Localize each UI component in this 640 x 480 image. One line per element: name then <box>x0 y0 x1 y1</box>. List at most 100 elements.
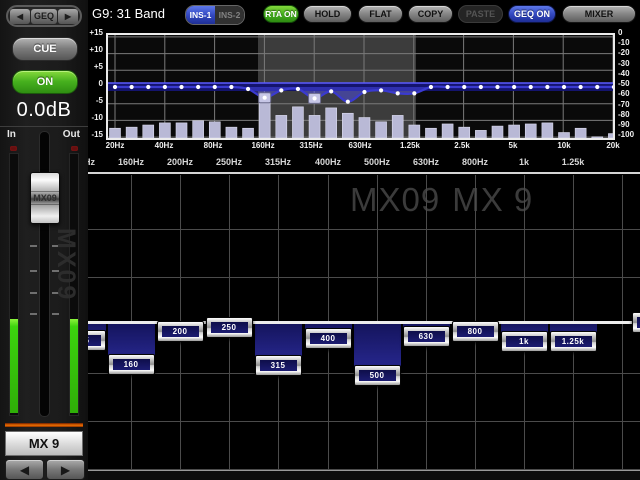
copy-button[interactable]: COPY <box>408 5 453 23</box>
rta-bar <box>459 127 470 138</box>
grid-line <box>88 277 640 278</box>
geq-band-fader[interactable]: 315 <box>255 355 302 376</box>
geq-band-fader[interactable]: 160 <box>108 354 155 375</box>
eq-db-tick: 0 <box>88 80 103 88</box>
frequency-axis-label: 315Hz <box>299 141 322 150</box>
page-title: G9: 31 Band <box>92 6 165 21</box>
rta-bar <box>243 128 254 138</box>
grid-line <box>88 421 640 422</box>
fader-gain-readout: 0.0dB <box>0 99 88 122</box>
geq-band-fader[interactable]: 400 <box>305 328 352 349</box>
rta-bar <box>309 115 320 138</box>
frequency-axis-label: 2.5k <box>454 141 470 150</box>
rta-bar <box>475 130 486 138</box>
rta-db-tick: -90 <box>618 121 640 129</box>
band-range-label: 630Hz <box>413 157 439 167</box>
rta-bar <box>442 124 453 138</box>
frequency-axis-label: 40Hz <box>155 141 174 150</box>
band-dot <box>146 85 150 89</box>
geq-band-fader[interactable]: 250 <box>206 317 253 338</box>
band-dot <box>279 88 283 92</box>
next-channel-button[interactable]: ▶ <box>46 459 85 480</box>
geq-band-fader-label: 200 <box>162 326 199 337</box>
rta-bar <box>425 128 436 138</box>
geq-band-fader[interactable]: 200 <box>157 321 204 342</box>
band-dot <box>579 85 583 89</box>
geq-band-fader-label: 1k <box>506 336 543 347</box>
in-clip-led <box>10 146 17 151</box>
ins1-button[interactable]: INS-1 <box>186 6 215 24</box>
band-range-label: 200Hz <box>167 157 193 167</box>
band-dot <box>130 85 134 89</box>
geq-nav-button[interactable]: GEQ <box>31 9 57 24</box>
band-dot <box>213 85 217 89</box>
band-range-label: 400Hz <box>315 157 341 167</box>
eq-db-tick: +5 <box>88 63 103 71</box>
rta-bar <box>126 127 137 138</box>
channel-color-bar <box>5 423 83 427</box>
geq-band-fader[interactable]: 1k <box>501 331 548 352</box>
cue-button[interactable]: CUE <box>12 37 78 61</box>
hold-button[interactable]: HOLD <box>303 5 352 23</box>
geq-band-fader[interactable]: 800 <box>452 321 499 342</box>
band-dot <box>179 85 183 89</box>
nav-next-arrow-icon[interactable]: ▶ <box>58 9 78 24</box>
rta-bar <box>542 123 553 138</box>
paste-button[interactable]: PASTE <box>458 5 503 23</box>
insert-selector: INS-1 INS-2 <box>185 5 245 25</box>
flat-button[interactable]: FLAT <box>358 5 403 23</box>
frequency-axis-label: 20Hz <box>106 141 125 150</box>
divider <box>88 172 640 174</box>
frequency-axis-label: 1.25k <box>400 141 420 150</box>
prev-channel-button[interactable]: ◀ <box>5 459 44 480</box>
rta-bar <box>209 122 220 138</box>
rta-bar <box>509 125 520 138</box>
rta-on-button[interactable]: RTA ON <box>263 5 299 23</box>
rta-db-tick: -70 <box>618 101 640 109</box>
ins2-button[interactable]: INS-2 <box>215 6 244 24</box>
geq-band-fader-label: 315 <box>260 360 297 371</box>
band-dot <box>362 90 366 94</box>
rta-bar <box>110 128 121 138</box>
geq-band-fader-label: 1.25k <box>555 336 592 347</box>
band-dot <box>462 85 466 89</box>
meter-in-label: In <box>7 129 16 140</box>
geq-band-fader[interactable]: 1.6k <box>632 312 640 333</box>
band-dot <box>512 85 516 89</box>
geq-band-fader-label: 125 <box>88 335 101 346</box>
geq-band-fader-label: 630 <box>408 331 445 342</box>
band-dot <box>312 96 316 100</box>
band-dot <box>163 85 167 89</box>
frequency-axis-label: 80Hz <box>204 141 223 150</box>
band-dot <box>495 85 499 89</box>
geq-band-fader[interactable]: 630 <box>403 326 450 347</box>
band-dot <box>229 85 233 89</box>
geq-screen: ◀ GEQ ▶ CUE ON 0.0dB In Out MX09 MX09 MX… <box>0 0 640 480</box>
out-clip-led <box>71 146 78 151</box>
rta-bar <box>592 137 603 138</box>
geq-band-fader[interactable]: 500 <box>354 365 401 386</box>
eq-curve-plot <box>106 33 615 140</box>
band-dot <box>346 100 350 104</box>
rta-db-tick: -10 <box>618 39 640 47</box>
band-range-label: 1.25k <box>562 157 585 167</box>
rta-bar <box>575 128 586 138</box>
band-dot <box>595 85 599 89</box>
rta-bar <box>559 133 570 138</box>
in-meter <box>9 153 19 416</box>
geq-band-fader-label: 400 <box>310 333 347 344</box>
geq-fader-section: MX09MX 9 1251602002503154005006308001k1.… <box>88 175 640 480</box>
on-button[interactable]: ON <box>12 70 78 94</box>
band-dot <box>446 85 450 89</box>
mixer-button[interactable]: MIXER <box>562 5 636 23</box>
geq-on-button[interactable]: GEQ ON <box>508 5 556 23</box>
frequency-axis-label: 160Hz <box>251 141 274 150</box>
nav-prev-arrow-icon[interactable]: ◀ <box>10 9 30 24</box>
rta-bar <box>492 126 503 138</box>
band-range-label: 125Hz <box>88 157 95 167</box>
geq-band-fader[interactable]: 125 <box>88 330 106 351</box>
band-dot <box>296 87 300 91</box>
channel-fader-handle[interactable]: MX09 <box>30 172 60 224</box>
geq-band-fader[interactable]: 1.25k <box>550 331 597 352</box>
band-dot <box>479 85 483 89</box>
